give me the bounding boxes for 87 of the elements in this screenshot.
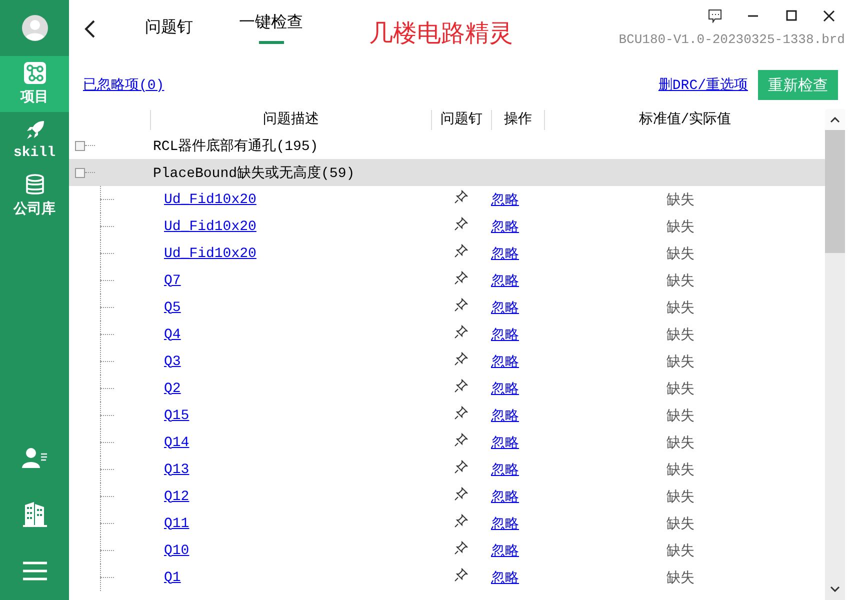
ignore-link[interactable]: 忽略 bbox=[491, 274, 519, 290]
menu-icon[interactable] bbox=[22, 561, 48, 581]
sidebar-item[interactable]: 公司库 bbox=[0, 168, 69, 224]
ignore-link[interactable]: 忽略 bbox=[491, 300, 519, 316]
user-list-icon[interactable] bbox=[22, 447, 48, 469]
component-link[interactable]: Ud_Fid10x20 bbox=[164, 246, 256, 262]
component-link[interactable]: Q14 bbox=[164, 434, 190, 450]
ignore-link[interactable]: 忽略 bbox=[491, 382, 519, 398]
component-link[interactable]: Q1 bbox=[164, 570, 181, 586]
building-icon[interactable] bbox=[22, 501, 48, 527]
table-cell-text: 缺失 bbox=[666, 246, 696, 262]
app-title: 几楼电路精灵 bbox=[369, 18, 513, 49]
table-cell-text: 缺失 bbox=[666, 354, 696, 370]
ignore-link[interactable]: 忽略 bbox=[491, 436, 519, 452]
pin-icon[interactable] bbox=[454, 541, 468, 555]
table-cell-text: 缺失 bbox=[666, 462, 696, 478]
component-link[interactable]: Q2 bbox=[164, 380, 181, 396]
table-cell-text: 缺失 bbox=[666, 516, 696, 532]
table-cell-text: 缺失 bbox=[666, 570, 696, 586]
group-label: PlaceBound缺失或无高度(59) bbox=[152, 164, 356, 182]
ignore-link[interactable]: 忽略 bbox=[491, 328, 519, 344]
table-cell-text: 缺失 bbox=[666, 488, 696, 506]
pin-icon[interactable] bbox=[454, 190, 468, 204]
ignore-link[interactable]: 忽略 bbox=[491, 516, 519, 532]
component-link[interactable]: Q11 bbox=[164, 516, 190, 532]
ignore-link[interactable]: 忽略 bbox=[491, 570, 519, 586]
pin-icon[interactable] bbox=[454, 514, 468, 528]
network-icon bbox=[24, 62, 46, 84]
ignore-link[interactable]: 忽略 bbox=[491, 354, 519, 370]
pin-icon[interactable] bbox=[454, 217, 468, 231]
pin-icon[interactable] bbox=[454, 352, 468, 366]
component-link[interactable]: Ud_Fid10x20 bbox=[164, 192, 256, 208]
expand-toggle[interactable] bbox=[75, 168, 85, 178]
table-cell-text: 缺失 bbox=[666, 326, 696, 344]
avatar-icon[interactable] bbox=[22, 15, 48, 41]
table-cell-text: 缺失 bbox=[666, 192, 696, 208]
table-cell-text: 缺失 bbox=[666, 408, 696, 424]
ignore-link[interactable]: 忽略 bbox=[491, 408, 519, 424]
table-cell-text: 缺失 bbox=[666, 300, 696, 316]
table-cell-text: 缺失 bbox=[666, 218, 696, 236]
table-cell-text: 缺失 bbox=[666, 542, 696, 560]
component-link[interactable]: Q10 bbox=[164, 542, 190, 558]
tab[interactable]: 一键检查 bbox=[239, 12, 303, 44]
file-name: BCU180-V1.0-20230325-1338.brd bbox=[618, 32, 845, 47]
pin-icon[interactable] bbox=[454, 568, 468, 582]
component-link[interactable]: Q4 bbox=[164, 326, 181, 342]
component-link[interactable]: Ud_Fid10x20 bbox=[164, 218, 256, 234]
component-link[interactable]: Q15 bbox=[164, 408, 190, 424]
component-link[interactable]: Q3 bbox=[164, 354, 181, 370]
table-cell-text: 缺失 bbox=[666, 380, 696, 398]
group-label: RCL器件底部有通孔(195) bbox=[152, 137, 320, 154]
scroll-up-icon[interactable] bbox=[830, 116, 840, 122]
scroll-down-icon[interactable] bbox=[830, 586, 840, 592]
ignore-link[interactable]: 忽略 bbox=[491, 192, 519, 208]
group-row[interactable]: PlaceBound缺失或无高度(59) bbox=[69, 159, 825, 186]
column-header: 操作 bbox=[491, 110, 544, 130]
ignore-link[interactable]: 忽略 bbox=[491, 462, 519, 478]
database-icon bbox=[24, 174, 44, 196]
table-cell-text: 缺失 bbox=[666, 272, 696, 290]
ignored-items-link[interactable]: 已忽略项(0) bbox=[83, 76, 164, 94]
component-link[interactable]: Q13 bbox=[164, 462, 190, 478]
pin-icon[interactable] bbox=[454, 325, 468, 339]
pin-icon[interactable] bbox=[454, 406, 468, 420]
component-link[interactable]: Q7 bbox=[164, 272, 181, 288]
column-header: 问题描述 bbox=[150, 110, 431, 130]
ignore-link[interactable]: 忽略 bbox=[491, 490, 519, 506]
pin-icon[interactable] bbox=[454, 487, 468, 501]
pin-icon[interactable] bbox=[454, 433, 468, 447]
tab[interactable]: 问题钉 bbox=[145, 12, 193, 44]
pin-icon[interactable] bbox=[454, 271, 468, 285]
column-header: 问题钉 bbox=[431, 110, 491, 130]
component-link[interactable]: Q12 bbox=[164, 488, 190, 504]
reset-options-link[interactable]: 删DRC/重选项 bbox=[658, 76, 748, 94]
component-link[interactable]: Q5 bbox=[164, 300, 181, 316]
pin-icon[interactable] bbox=[454, 460, 468, 474]
pin-icon[interactable] bbox=[454, 379, 468, 393]
group-row[interactable]: RCL器件底部有通孔(195) bbox=[69, 132, 825, 159]
ignore-link[interactable]: 忽略 bbox=[491, 544, 519, 560]
back-icon[interactable] bbox=[83, 20, 97, 38]
ignore-link[interactable]: 忽略 bbox=[491, 220, 519, 236]
pin-icon[interactable] bbox=[454, 298, 468, 312]
ignore-link[interactable]: 忽略 bbox=[491, 246, 519, 262]
scrollbar[interactable] bbox=[825, 109, 845, 600]
expand-toggle[interactable] bbox=[75, 140, 85, 150]
sidebar-item[interactable]: skill bbox=[0, 112, 69, 168]
pin-icon[interactable] bbox=[454, 244, 468, 258]
table-cell-text: 缺失 bbox=[666, 434, 696, 452]
